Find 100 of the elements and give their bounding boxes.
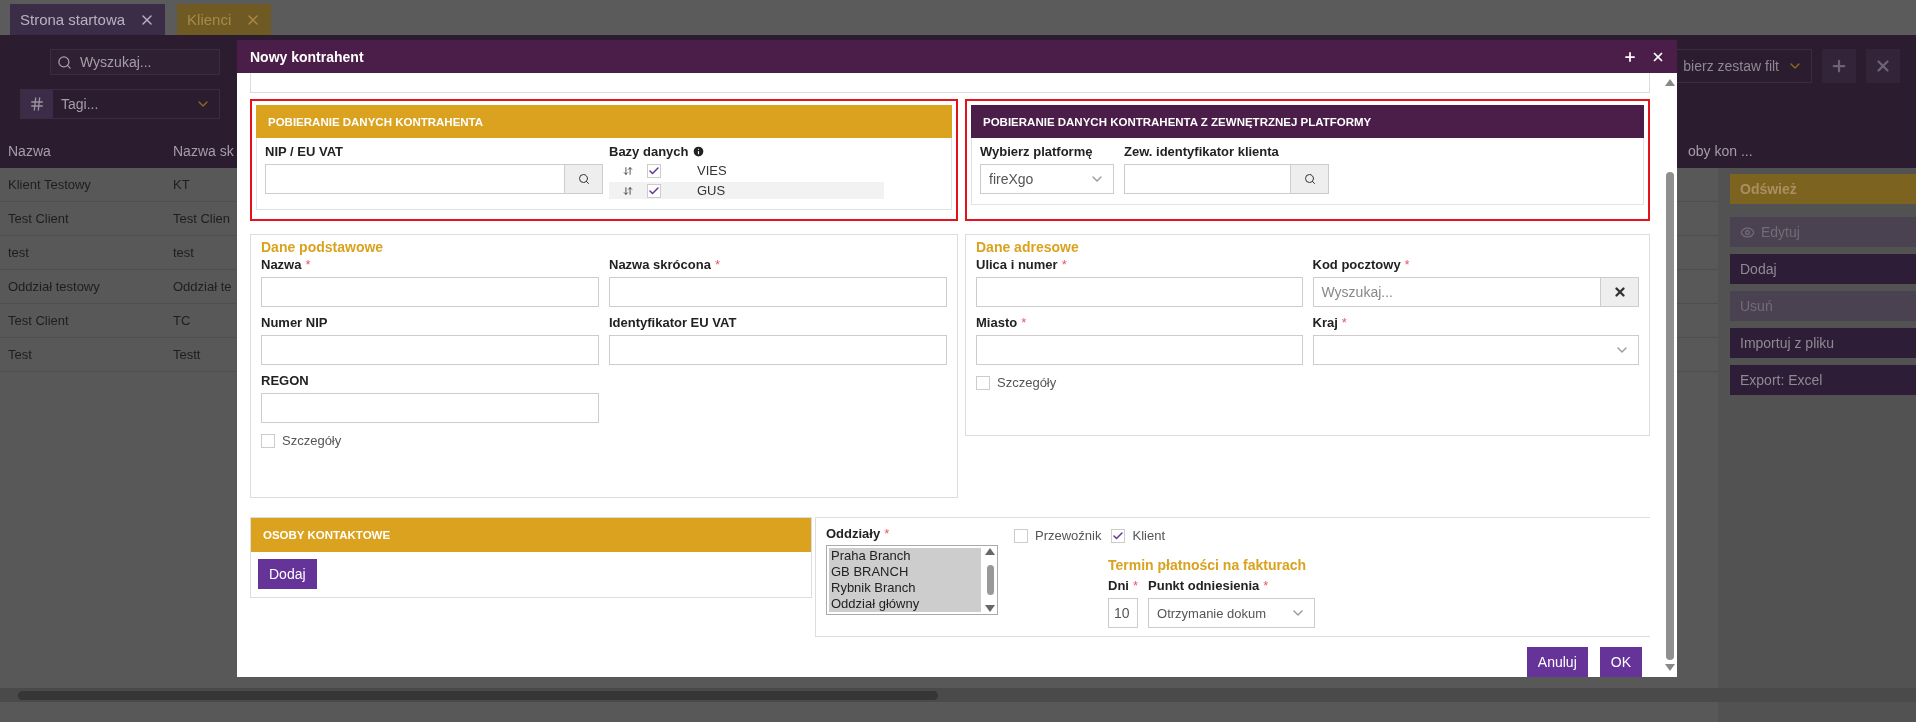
close-icon bbox=[1612, 285, 1627, 299]
sort-icon[interactable] bbox=[623, 185, 633, 196]
input-field[interactable] bbox=[1124, 164, 1291, 194]
field-label: Oddziały * bbox=[826, 526, 891, 541]
required-mark: * bbox=[1341, 315, 1347, 330]
list-item[interactable]: Oddział główny bbox=[829, 596, 981, 612]
field-label: Miasto * bbox=[976, 315, 1028, 330]
table-cell-text: Test Client bbox=[7, 211, 70, 226]
field-label: Ulica i numer * bbox=[976, 257, 1068, 272]
tab[interactable]: Strona startowa bbox=[10, 4, 166, 35]
section-title: Dane adresowe bbox=[976, 239, 1080, 255]
column-header[interactable]: Nazwa sk bbox=[165, 142, 237, 159]
list-item[interactable]: Praha Branch bbox=[829, 548, 981, 564]
database-name: GUS bbox=[697, 183, 726, 198]
required-mark: * bbox=[1132, 578, 1138, 593]
input-field[interactable] bbox=[609, 277, 947, 307]
info-icon bbox=[692, 145, 706, 158]
field-label: Bazy danych bbox=[609, 144, 884, 159]
table-cell-text: Test bbox=[7, 347, 33, 362]
sidebar-button[interactable]: Export: Excel bbox=[1730, 365, 1916, 395]
field-label: Dni * bbox=[1108, 578, 1138, 593]
tags-dropdown[interactable]: Tagi... bbox=[20, 89, 220, 119]
eye-icon bbox=[1740, 224, 1755, 240]
field-label: Numer NIP bbox=[261, 315, 329, 330]
scrollbar[interactable] bbox=[0, 688, 1916, 702]
checkbox-label: Klient bbox=[1132, 528, 1165, 543]
list-item[interactable]: Rybnik Branch bbox=[829, 580, 981, 596]
branch-list[interactable]: Praha Branch GB BRANCH Rybnik Branch Oddział główny bbox=[826, 545, 998, 615]
table-cell-text: Test Clien bbox=[172, 211, 232, 226]
table-cell-text: Oddział testowy bbox=[7, 279, 101, 294]
input-field[interactable] bbox=[265, 164, 565, 194]
select-field[interactable] bbox=[1312, 335, 1639, 365]
plus-icon[interactable] bbox=[1623, 49, 1637, 64]
field-label: Nazwa skrócona * bbox=[609, 257, 721, 272]
checkbox-label: Szczegóły bbox=[282, 433, 342, 448]
field-label: NIP / EU VAT bbox=[265, 144, 344, 159]
required-mark: * bbox=[884, 526, 890, 541]
field-label: Nazwa * bbox=[261, 257, 312, 272]
panel-header: POBIERANIE DANYCH KONTRAHENTA Z ZEWNĘTRZNEJ PLATFORMY bbox=[971, 105, 1644, 138]
required-mark: * bbox=[1404, 257, 1410, 272]
checkbox[interactable] bbox=[647, 163, 661, 178]
search-icon bbox=[577, 173, 590, 185]
table-cell-text: Klient Testowy bbox=[7, 177, 92, 192]
input-field[interactable]: Wyszukaj... bbox=[1312, 277, 1601, 307]
scroll-up-icon[interactable] bbox=[1664, 79, 1675, 86]
sidebar-button[interactable]: Dodaj bbox=[1730, 254, 1916, 284]
required-mark: * bbox=[1061, 257, 1067, 272]
input-field[interactable] bbox=[609, 335, 947, 365]
table-cell-text: Testt bbox=[172, 347, 202, 362]
table-cell-text: TC bbox=[172, 313, 192, 328]
search-icon bbox=[57, 54, 72, 70]
table-cell-text: test bbox=[7, 245, 30, 260]
checkbox[interactable] bbox=[1014, 528, 1028, 543]
sidebar-button[interactable]: Importuj z pliku bbox=[1730, 328, 1916, 358]
input-field[interactable]: 10 bbox=[1108, 598, 1138, 628]
list-item[interactable]: GB BRANCH bbox=[829, 564, 981, 580]
column-header[interactable]: Nazwa bbox=[0, 142, 165, 159]
checkbox[interactable] bbox=[261, 433, 275, 448]
required-mark: * bbox=[1021, 315, 1027, 330]
scroll-down-icon[interactable] bbox=[985, 605, 995, 612]
scroll-up-icon[interactable] bbox=[985, 548, 995, 555]
platform-select[interactable]: fireXgo bbox=[980, 164, 1114, 194]
field-label: Zew. identyfikator klienta bbox=[1124, 144, 1280, 159]
section-title: Dane podstawowe bbox=[261, 239, 385, 255]
checkbox-label: Szczegóły bbox=[997, 375, 1057, 390]
input-field[interactable] bbox=[261, 393, 599, 423]
dialog-title: Nowy kontrahent bbox=[250, 48, 364, 65]
input-field[interactable] bbox=[976, 277, 1303, 307]
table-cell-text: test bbox=[172, 245, 195, 260]
dialog-button[interactable]: OK bbox=[1599, 647, 1642, 677]
clear-button[interactable] bbox=[1601, 277, 1639, 307]
search-button[interactable] bbox=[565, 164, 603, 194]
checkbox-label: Przewoźnik bbox=[1035, 528, 1102, 543]
input-field[interactable] bbox=[261, 335, 599, 365]
checkbox[interactable] bbox=[976, 375, 990, 390]
field-label: Punkt odniesienia * bbox=[1148, 578, 1270, 593]
sort-icon[interactable] bbox=[623, 165, 633, 176]
field-label: Wybierz platformę bbox=[980, 144, 1094, 159]
dialog-button[interactable]: Anuluj bbox=[1526, 647, 1588, 677]
search-field[interactable]: Wyszukaj... bbox=[50, 49, 220, 75]
search-icon bbox=[1303, 173, 1316, 185]
close-icon bbox=[1874, 57, 1892, 75]
add-button[interactable]: Dodaj bbox=[258, 559, 317, 589]
required-mark: * bbox=[714, 257, 720, 272]
required-mark: * bbox=[1263, 578, 1269, 593]
select-field[interactable]: Otrzymanie dokum bbox=[1148, 598, 1315, 628]
checkbox[interactable] bbox=[647, 183, 661, 198]
input-field[interactable] bbox=[976, 335, 1303, 365]
search-button[interactable] bbox=[1291, 164, 1329, 194]
database-name: VIES bbox=[697, 163, 727, 178]
add-button[interactable] bbox=[1822, 49, 1856, 83]
input-field[interactable] bbox=[261, 277, 599, 307]
panel-header: POBIERANIE DANYCH KONTRAHENTA bbox=[256, 105, 952, 138]
table-cell-text: KT bbox=[172, 177, 191, 192]
field-label: Identyfikator EU VAT bbox=[609, 315, 738, 330]
checkbox[interactable] bbox=[1111, 528, 1126, 543]
column-header[interactable]: oby kon ... bbox=[1680, 142, 1800, 159]
scroll-down-icon[interactable] bbox=[1664, 664, 1675, 671]
table-cell-text: Test Client bbox=[7, 313, 70, 328]
scrollbar[interactable] bbox=[983, 546, 997, 614]
